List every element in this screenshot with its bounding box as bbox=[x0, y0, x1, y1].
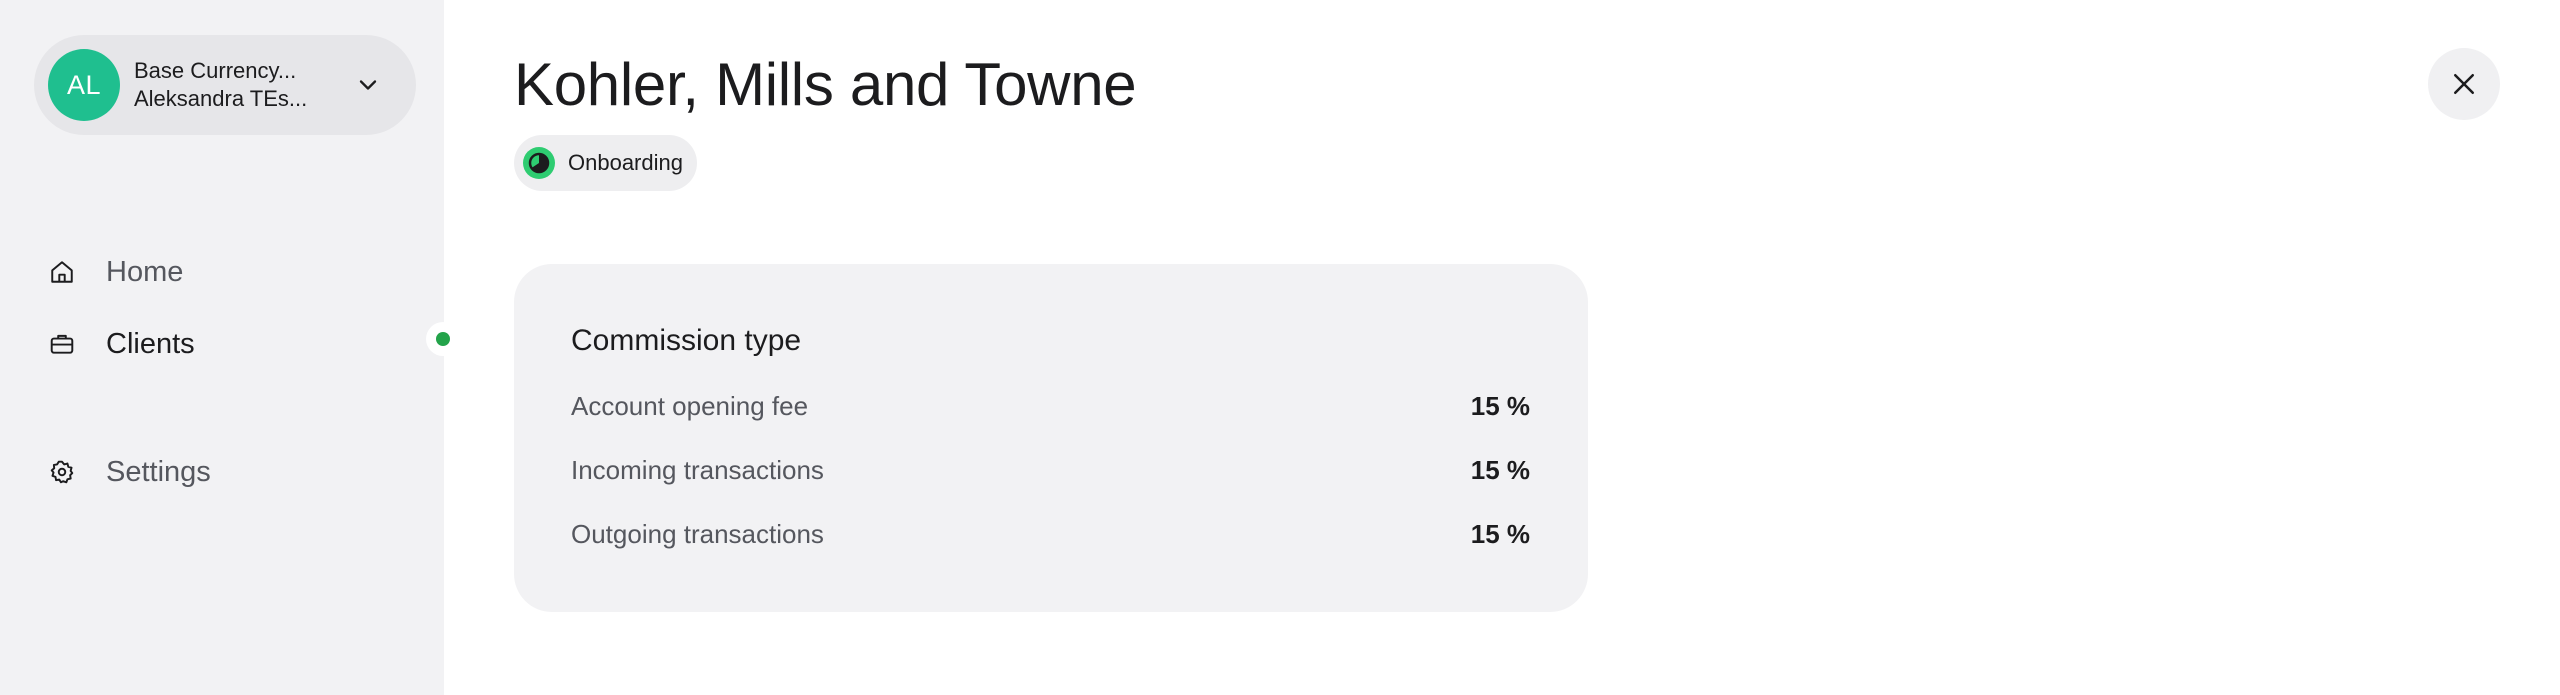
commission-row-label: Account opening fee bbox=[571, 390, 809, 421]
sidebar: AL Base Currency... Aleksandra TEs... Ho… bbox=[0, 0, 460, 695]
account-switcher[interactable]: AL Base Currency... Aleksandra TEs... bbox=[34, 35, 416, 135]
app-root: AL Base Currency... Aleksandra TEs... Ho… bbox=[0, 0, 2560, 695]
sidebar-item-label: Clients bbox=[106, 327, 195, 360]
sidebar-item-home[interactable]: Home bbox=[48, 250, 183, 294]
sidebar-item-settings[interactable]: Settings bbox=[48, 450, 211, 494]
commission-row: Incoming transactions 15 % bbox=[571, 438, 1530, 502]
commission-card: Commission type Account opening fee 15 %… bbox=[514, 264, 1588, 612]
commission-title: Commission type bbox=[571, 324, 802, 357]
account-user-name: Aleksandra TEs... bbox=[134, 86, 308, 111]
home-icon bbox=[48, 258, 76, 286]
briefcase-icon bbox=[48, 330, 76, 358]
close-icon bbox=[2454, 74, 2474, 94]
sidebar-item-clients[interactable]: Clients bbox=[48, 322, 195, 366]
onboarding-status-icon bbox=[523, 147, 555, 179]
status-label: Onboarding bbox=[568, 150, 683, 175]
commission-row-label: Incoming transactions bbox=[571, 454, 824, 485]
status-badge: Onboarding bbox=[514, 135, 697, 191]
account-info: Base Currency... Aleksandra TEs... bbox=[134, 57, 324, 113]
chevron-down-icon[interactable] bbox=[354, 71, 382, 99]
commission-row: Outgoing transactions 15 % bbox=[571, 502, 1530, 566]
gear-icon bbox=[48, 458, 76, 486]
commission-row-label: Outgoing transactions bbox=[571, 518, 824, 549]
commission-row-value: 15 % bbox=[1470, 454, 1530, 485]
sidebar-item-label: Home bbox=[106, 255, 184, 288]
main-panel: Kohler, Mills and Towne Onboarding Commi… bbox=[444, 0, 2560, 695]
avatar: AL bbox=[48, 49, 120, 121]
account-currency: Base Currency... bbox=[134, 58, 297, 83]
sidebar-item-label: Settings bbox=[106, 455, 211, 488]
page-title: Kohler, Mills and Towne bbox=[514, 51, 1137, 118]
commission-row-value: 15 % bbox=[1470, 390, 1530, 421]
close-button[interactable] bbox=[2428, 48, 2500, 120]
commission-row: Account opening fee 15 % bbox=[571, 374, 1530, 438]
commission-row-value: 15 % bbox=[1470, 518, 1530, 549]
